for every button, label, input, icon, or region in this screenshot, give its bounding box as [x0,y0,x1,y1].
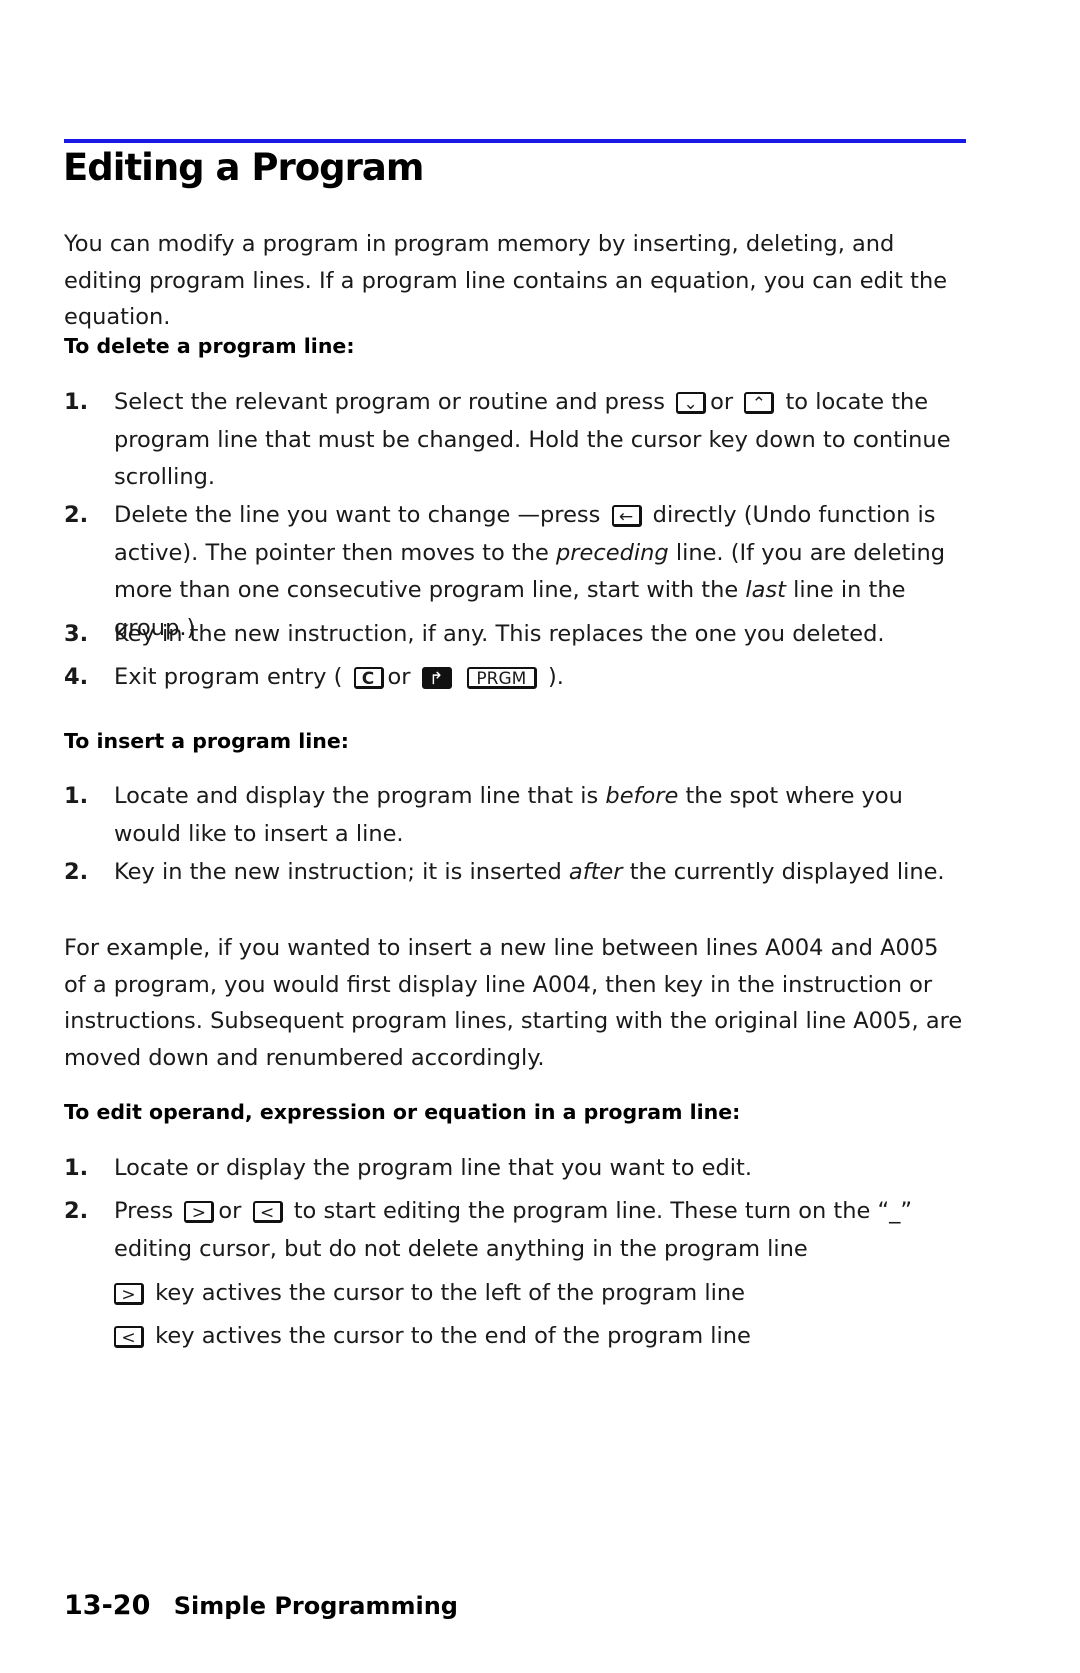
right-arrow-key-icon: > [114,1282,144,1305]
step-text: Delete the line you want to change —pres… [114,502,601,528]
right-arrow-key-icon: > [184,1200,215,1223]
emphasis-text: before [605,783,679,809]
delete-step-1: 1. Select the relevant program or routin… [64,384,964,497]
left-arrow-key-icon: < [114,1325,144,1348]
prgm-key-icon: PRGM [466,666,537,689]
right-shift-key-icon: ↱ [421,666,452,689]
emphasis-text: preceding [555,539,669,566]
step-number: 1. [64,389,89,415]
step-number: 2. [64,502,89,528]
section-title: Simple Programming [173,1592,458,1620]
step-number: 2. [64,1198,89,1224]
edit-sub-2: < key actives the cursor to the end of t… [114,1318,751,1354]
page-number: 13-20 [64,1590,151,1621]
emphasis-text: last [745,577,786,603]
step-text: ). [548,664,564,690]
delete-step-4: 4. Exit program entry ( Cor ↱ PRGM ). [64,659,964,697]
step-text: Press [114,1198,174,1224]
edit-heading: To edit operand, expression or equation … [64,1100,741,1124]
step-text: Locate and display the program line that… [114,783,599,809]
step-text: Key in the new instruction; it is insert… [114,859,562,885]
step-text: Key in the new instruction, if any. This… [114,621,885,647]
or-text: or [387,664,411,690]
delete-step-3: 3. Key in the new instruction, if any. T… [64,616,964,654]
step-text: Locate or display the program line that … [114,1155,752,1181]
step-text: the currently displayed line. [629,859,945,885]
step-text: Select the relevant program or routine a… [114,389,665,415]
or-text: or [710,389,734,415]
step-text: Exit program entry ( [114,664,343,690]
intro-paragraph: You can modify a program in program memo… [64,231,948,330]
edit-step-1: 1. Locate or display the program line th… [64,1150,964,1188]
insert-step-1: 1. Locate and display the program line t… [64,778,964,853]
edit-step-2: 2. Press > or < to start editing the prog… [64,1193,964,1268]
page-footer: 13-20 Simple Programming [64,1590,458,1621]
down-arrow-key-icon: ⌄ [676,391,707,414]
left-arrow-key-icon: < [252,1200,283,1223]
backspace-key-icon: ← [611,504,642,527]
step-number: 1. [64,783,89,809]
sub-text: key actives the cursor to the left of th… [155,1280,745,1306]
insert-heading: To insert a program line: [64,729,349,753]
step-number: 3. [64,621,89,647]
title-rule [64,139,966,143]
clear-key-icon: C [353,666,384,689]
step-number: 4. [64,664,89,690]
step-number: 1. [64,1155,89,1181]
up-arrow-key-icon: ⌃ [744,391,775,414]
example-paragraph: For example, if you wanted to insert a n… [64,935,963,1071]
step-number: 2. [64,859,89,885]
page-title: Editing a Program [63,146,424,189]
sub-text: key actives the cursor to the end of the… [155,1323,751,1349]
delete-heading: To delete a program line: [64,334,355,358]
or-text: or [218,1198,242,1224]
edit-sub-1: > key actives the cursor to the left of … [114,1275,745,1311]
insert-step-2: 2. Key in the new instruction; it is ins… [64,854,964,892]
emphasis-text: after [568,859,623,885]
